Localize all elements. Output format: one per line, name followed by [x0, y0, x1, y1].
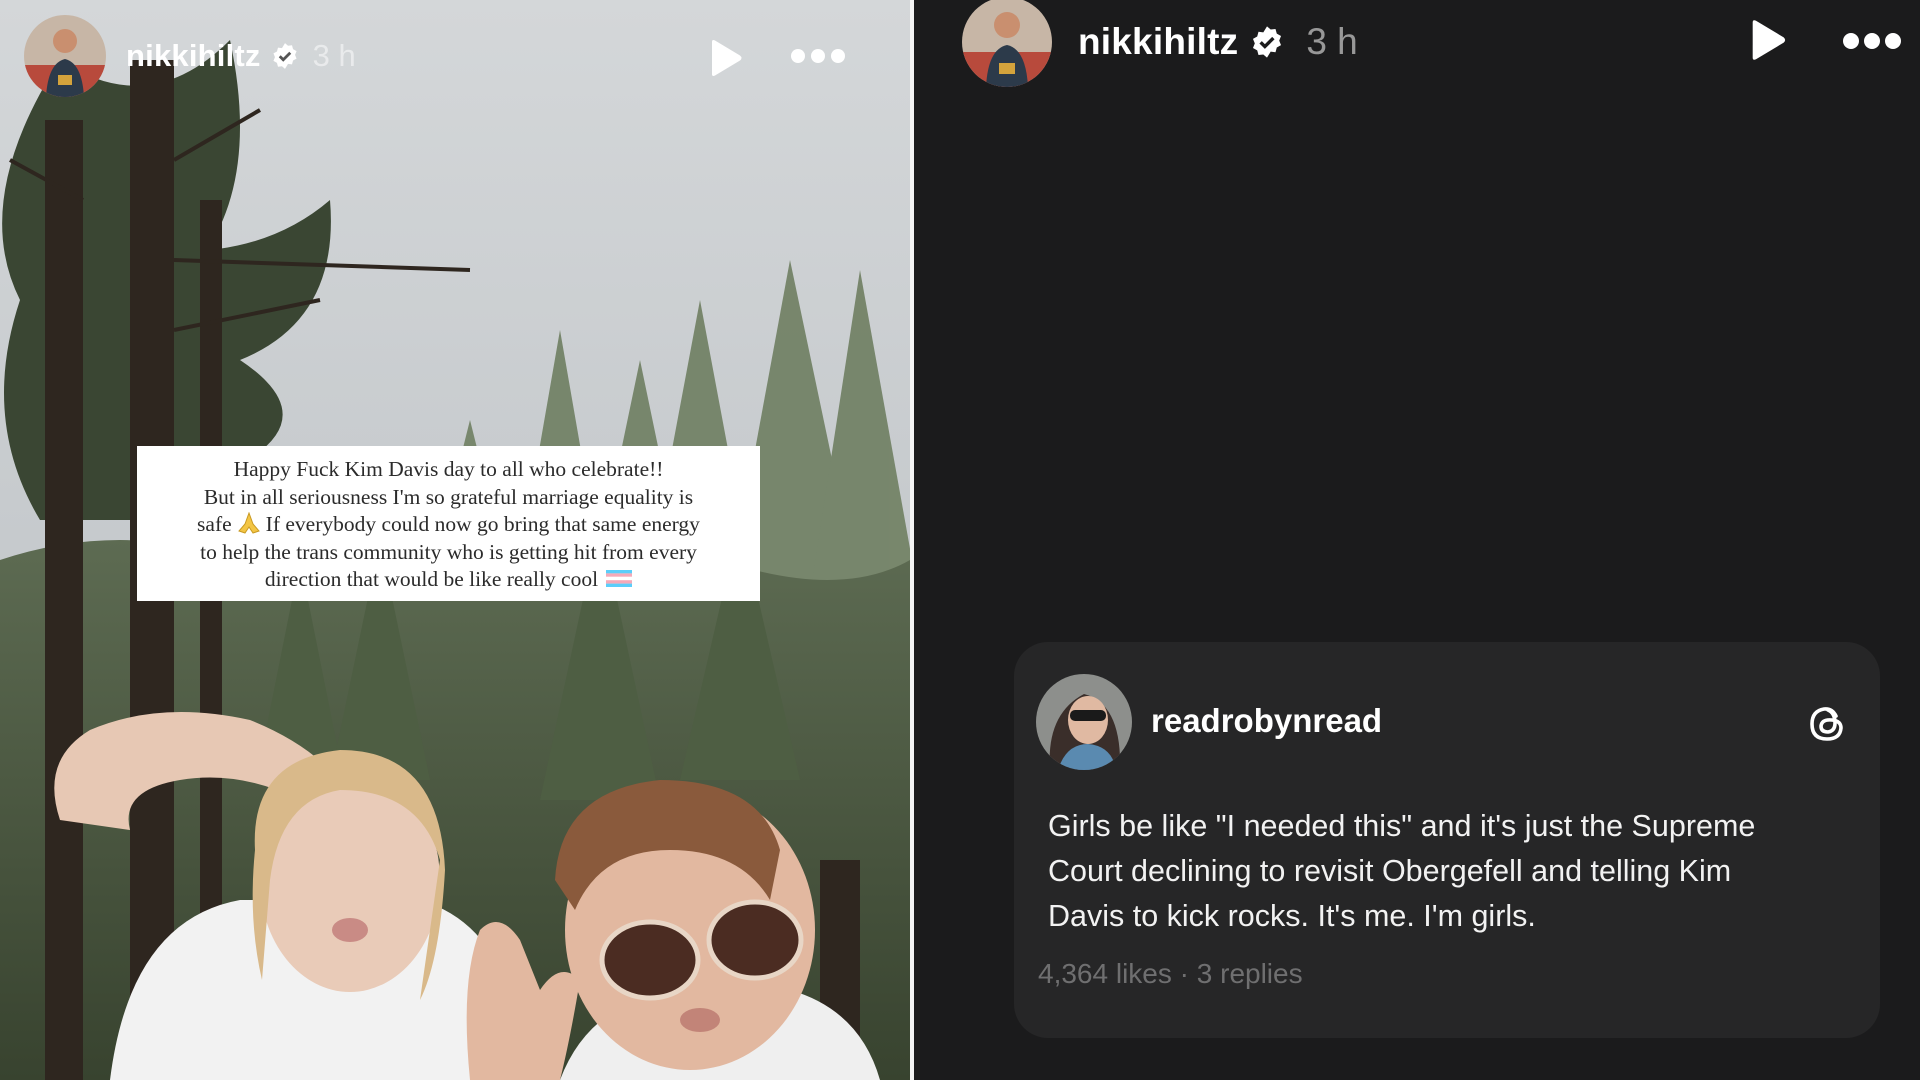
- username[interactable]: nikkihiltz: [1078, 21, 1238, 63]
- play-icon[interactable]: [706, 38, 744, 78]
- stats-separator: ·: [1179, 958, 1189, 989]
- verified-badge-icon: [1250, 25, 1284, 59]
- sticker-line: to help the trans community who is getti…: [200, 539, 697, 564]
- replies-count[interactable]: 3 replies: [1197, 958, 1303, 989]
- sticker-line-with-emoji: direction that would be like really cool: [145, 566, 752, 594]
- post-text-line: Davis to kick rocks. It's me. I'm girls.: [1048, 899, 1536, 933]
- left-story-photo[interactable]: nikkihiltz 3 h Happy Fuck Kim Davis day …: [0, 0, 910, 1080]
- more-icon[interactable]: [790, 48, 846, 64]
- post-text-line: Court declining to revisit Obergefell an…: [1048, 854, 1732, 888]
- folded-hands-emoji: [236, 511, 262, 534]
- sticker-line: Happy Fuck Kim Davis day to all who cele…: [233, 457, 664, 481]
- transgender-flag-emoji: [606, 567, 633, 587]
- threads-post-stats: 4,364 likes · 3 replies: [1038, 958, 1303, 990]
- threads-author-avatar[interactable]: [1036, 674, 1132, 770]
- sticker-line-with-emoji: safe If everybody could now go bring that…: [197, 511, 700, 536]
- story-header: nikkihiltz 3 h: [962, 0, 1358, 87]
- more-icon[interactable]: [1842, 32, 1902, 50]
- story-comparison: nikkihiltz 3 h Happy Fuck Kim Davis day …: [0, 0, 1920, 1080]
- username[interactable]: nikkihiltz: [126, 38, 261, 74]
- profile-avatar[interactable]: [24, 15, 106, 97]
- likes-count[interactable]: 4,364 likes: [1038, 958, 1172, 989]
- story-header: nikkihiltz 3 h: [24, 14, 356, 98]
- right-story[interactable]: nikkihiltz 3 h readrobynread Girls be li…: [914, 0, 1920, 1080]
- profile-avatar[interactable]: [962, 0, 1052, 87]
- story-text-sticker: Happy Fuck Kim Davis day to all who cele…: [137, 446, 760, 601]
- post-text-line: Girls be like "I needed this" and it's j…: [1048, 809, 1756, 843]
- threads-post-card[interactable]: readrobynread Girls be like "I needed th…: [1014, 642, 1880, 1038]
- sticker-line: But in all seriousness I'm so grateful m…: [203, 484, 694, 509]
- post-time: 3 h: [1306, 21, 1358, 62]
- threads-author-username[interactable]: readrobynread: [1151, 702, 1382, 740]
- threads-icon[interactable]: [1802, 698, 1852, 748]
- verified-badge-icon: [271, 42, 299, 70]
- threads-post-text: Girls be like "I needed this" and it's j…: [1048, 804, 1848, 939]
- post-time: 3 h: [312, 38, 356, 73]
- play-icon[interactable]: [1746, 18, 1788, 62]
